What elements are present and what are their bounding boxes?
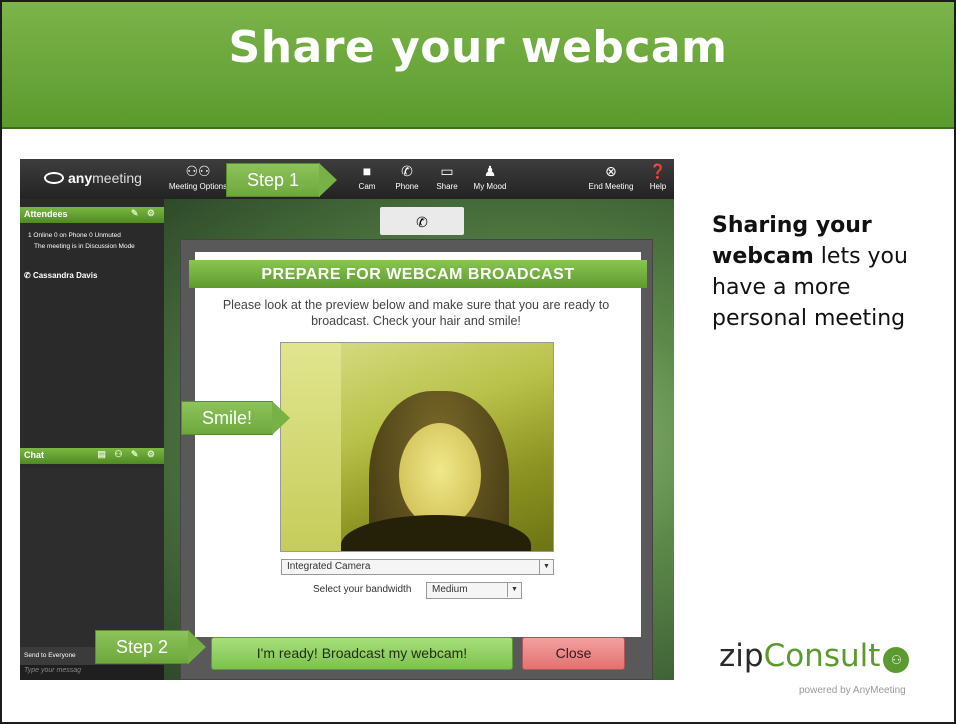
attendees-header: Attendees ✎ ⚙	[20, 207, 164, 223]
side-description: Sharing your webcam lets you have a more…	[712, 213, 908, 331]
end-meeting-button[interactable]: ⊗ End Meeting	[586, 162, 636, 191]
chat-header: Chat ▤ ⚇ ✎ ⚙	[20, 448, 164, 464]
dialog-title: PREPARE FOR WEBCAM BROADCAST	[189, 260, 647, 288]
chat-input[interactable]: Type your messag	[20, 665, 164, 680]
slide-title: Share your webcam	[228, 22, 728, 73]
dialog-body: Please look at the preview below and mak…	[195, 252, 641, 637]
phone-icon: ✆	[416, 214, 428, 230]
broadcast-webcam-button[interactable]: I'm ready! Broadcast my webcam!	[211, 637, 513, 670]
bandwidth-label: Select your bandwidth	[313, 584, 412, 595]
chevron-down-icon: ▼	[507, 583, 521, 597]
close-circle-icon: ⊗	[605, 163, 617, 179]
share-button[interactable]: ▭ Share	[432, 162, 462, 191]
chat-log	[20, 468, 164, 647]
phone-panel-tab[interactable]: ✆	[380, 207, 464, 235]
close-button[interactable]: Close	[522, 637, 625, 670]
title-bar: Share your webcam	[2, 2, 954, 129]
chat-tools-icon[interactable]: ▤ ⚇ ✎ ⚙	[97, 449, 158, 460]
camera-icon: ■	[362, 163, 372, 179]
cam-button[interactable]: ■ Cam	[352, 162, 382, 191]
attendee-stats: 1 Online 0 on Phone 0 Unmuted	[28, 232, 121, 239]
monitor-icon: ▭	[440, 163, 454, 179]
person-icon: ♟	[483, 163, 497, 179]
help-button[interactable]: ❓ Help	[646, 162, 670, 191]
meeting-mode: The meeting is in Discussion Mode	[34, 243, 135, 250]
smile-callout: Smile!	[181, 401, 291, 435]
my-mood-button[interactable]: ♟ My Mood	[470, 162, 510, 191]
webcam-preview	[280, 342, 554, 552]
camera-select[interactable]: Integrated Camera ▼	[281, 559, 554, 575]
chat-bubbles-icon	[44, 172, 64, 184]
attendee-tools-icon[interactable]: ✎ ⚙	[131, 208, 158, 219]
attendee-item[interactable]: ✆ Cassandra Davis	[24, 271, 97, 280]
phone-icon: ✆	[401, 163, 413, 179]
chevron-down-icon: ▼	[539, 560, 553, 574]
phone-button[interactable]: ✆ Phone	[390, 162, 424, 191]
anymeeting-logo: anymeeting	[44, 170, 142, 186]
logo-tagline: powered by AnyMeeting	[799, 685, 906, 696]
zipconsult-logo: zipConsult ⚇	[719, 638, 910, 674]
dialog-instructions: Please look at the preview below and mak…	[222, 298, 610, 328]
webcam-dialog: Please look at the preview below and mak…	[180, 239, 653, 680]
people-icon: ⚇⚇	[185, 163, 211, 179]
step1-callout: Step 1	[226, 163, 338, 197]
step2-callout: Step 2	[95, 630, 207, 664]
bandwidth-select[interactable]: Medium ▼	[426, 582, 522, 599]
app-toolbar: anymeeting ⚇⚇ Meeting Options ■ Cam ✆ Ph…	[20, 159, 674, 199]
app-screenshot: anymeeting ⚇⚇ Meeting Options ■ Cam ✆ Ph…	[20, 159, 674, 680]
people-badge-icon: ⚇	[883, 647, 910, 673]
meeting-options-button[interactable]: ⚇⚇ Meeting Options	[168, 162, 228, 191]
help-icon: ❓	[649, 163, 667, 179]
phone-icon: ✆	[24, 271, 33, 280]
sidebar: Attendees ✎ ⚙ 1 Online 0 on Phone 0 Unmu…	[20, 199, 164, 680]
